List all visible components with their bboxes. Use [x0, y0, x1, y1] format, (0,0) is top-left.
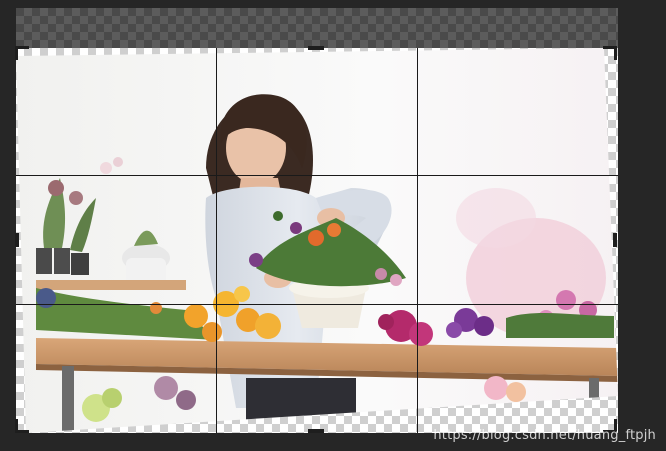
grid-line-vertical-2 — [417, 48, 418, 433]
watermark-text: https://blog.csdn.net/huang_ftpjh — [433, 428, 656, 443]
crop-handle-bottom-center[interactable] — [308, 429, 324, 433]
crop-handle-top-center[interactable] — [308, 46, 324, 50]
crop-handle-top-right-v[interactable] — [614, 46, 617, 60]
crop-handle-bottom-left-v[interactable] — [15, 419, 18, 433]
grid-line-vertical-1 — [216, 48, 217, 433]
rotated-photo-layer[interactable] — [16, 48, 618, 433]
grid-line-horizontal-1 — [16, 175, 618, 176]
crop-handle-top-left-v[interactable] — [15, 46, 18, 60]
crop-handle-middle-left[interactable] — [15, 233, 19, 247]
transparent-canvas-strip — [16, 8, 618, 48]
crop-canvas[interactable] — [16, 48, 618, 433]
grid-line-horizontal-2 — [16, 304, 618, 305]
crop-handle-middle-right[interactable] — [613, 233, 617, 247]
photo-content — [16, 48, 618, 433]
